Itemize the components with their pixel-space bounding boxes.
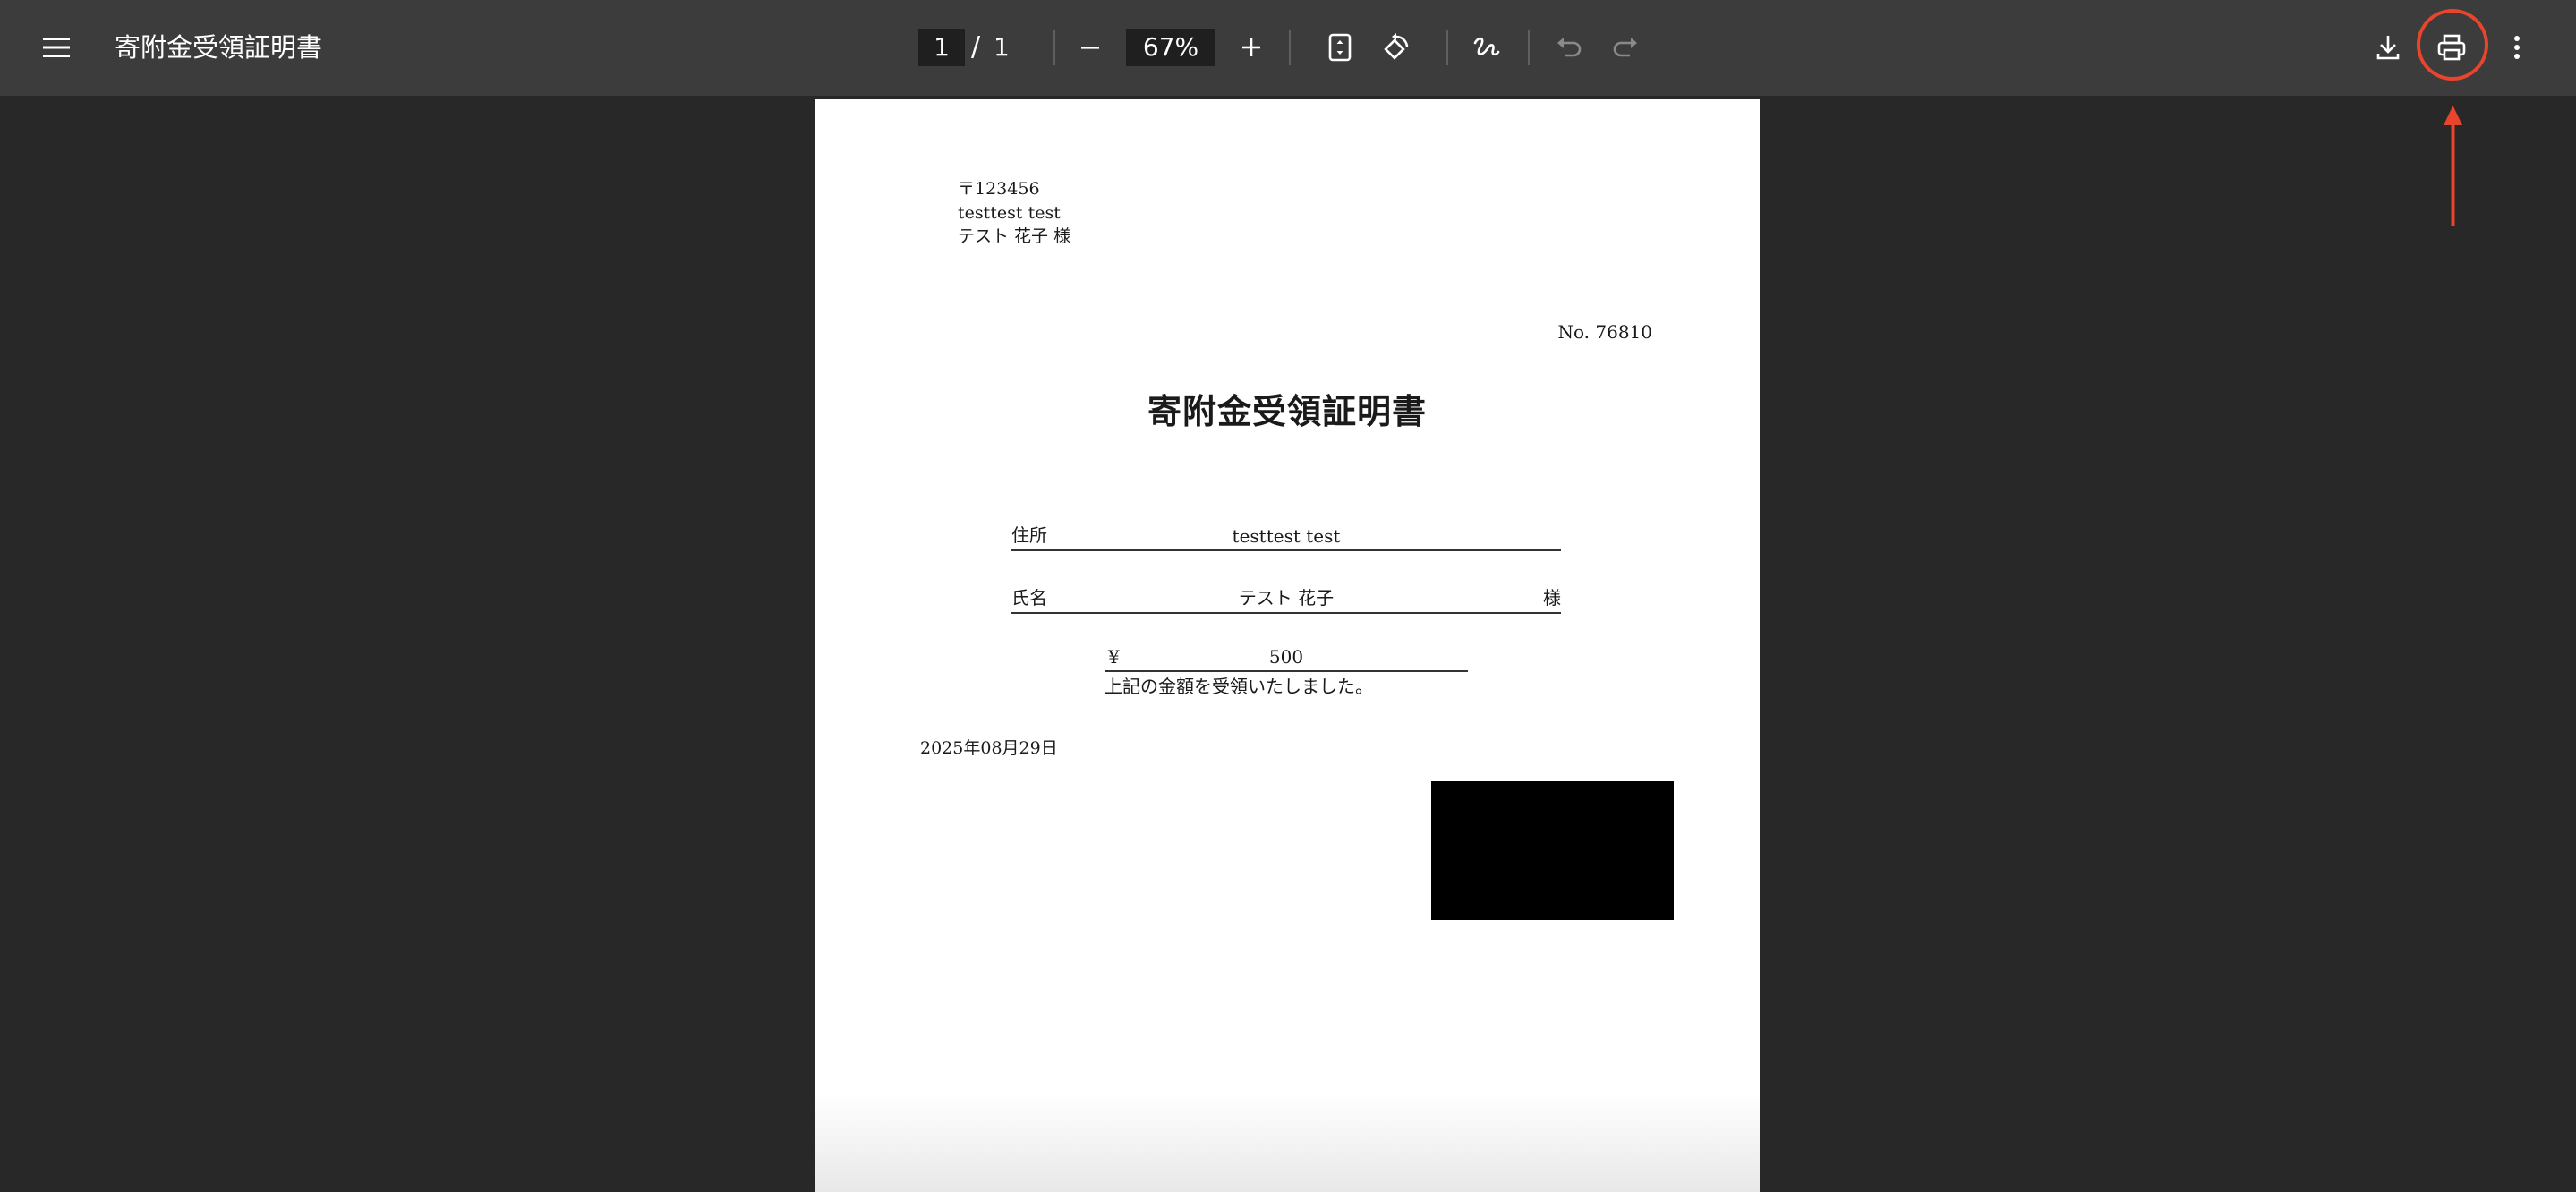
page-total: 1: [994, 32, 1010, 62]
rotate-icon[interactable]: [1374, 25, 1419, 70]
annotation-arrow-icon: [2444, 106, 2462, 226]
amount-value: 500: [1268, 646, 1304, 668]
download-icon[interactable]: [2366, 25, 2410, 70]
toolbar-divider: [1289, 30, 1291, 65]
toolbar-divider: [1528, 30, 1530, 65]
address-field: 住所 testtest test: [1011, 517, 1561, 551]
mailing-address: testtest test: [958, 203, 1061, 223]
annotation-circle: [2417, 9, 2488, 81]
address-value: testtest test: [1232, 525, 1341, 547]
undo-icon[interactable]: [1547, 25, 1591, 70]
document-title: 寄附金受領証明書: [115, 32, 323, 63]
toolbar-divider: [1446, 30, 1448, 65]
fit-to-page-icon[interactable]: [1318, 25, 1362, 70]
draw-icon[interactable]: [1464, 25, 1509, 70]
pdf-page: 〒123456 testtest test テスト 花子 様 No. 76810…: [815, 99, 1760, 1192]
plus-icon[interactable]: [1229, 25, 1274, 70]
redo-icon[interactable]: [1603, 25, 1648, 70]
page-number-input[interactable]: [918, 29, 965, 66]
mailing-recipient: テスト 花子 様: [958, 226, 1071, 246]
pdf-viewer: 寄附金受領証明書 / 1: [0, 0, 2576, 1192]
menu-icon[interactable]: [34, 25, 79, 70]
receipt-number: No. 76810: [1557, 321, 1652, 343]
page-fade: [815, 1094, 1760, 1192]
minus-icon[interactable]: [1068, 25, 1113, 70]
postal-code: 〒123456: [958, 179, 1040, 199]
redacted-seal: [1431, 781, 1674, 920]
name-suffix: 様: [1543, 587, 1561, 609]
more-vertical-icon[interactable]: [2495, 25, 2539, 70]
issue-date: 2025年08月29日: [920, 738, 1058, 758]
toolbar-divider: [1053, 30, 1055, 65]
certificate-heading: 寄附金受領証明書: [1147, 391, 1427, 431]
name-value: テスト 花子: [1238, 587, 1335, 609]
toolbar: 寄附金受領証明書 / 1: [0, 0, 2576, 96]
zoom-input[interactable]: [1126, 29, 1215, 66]
received-statement: 上記の金額を受領いたしました。: [1105, 676, 1373, 697]
name-field: 氏名 テスト 花子 様: [1011, 580, 1561, 614]
amount-field: ¥ 500: [1105, 638, 1468, 672]
page-separator: /: [971, 31, 981, 63]
